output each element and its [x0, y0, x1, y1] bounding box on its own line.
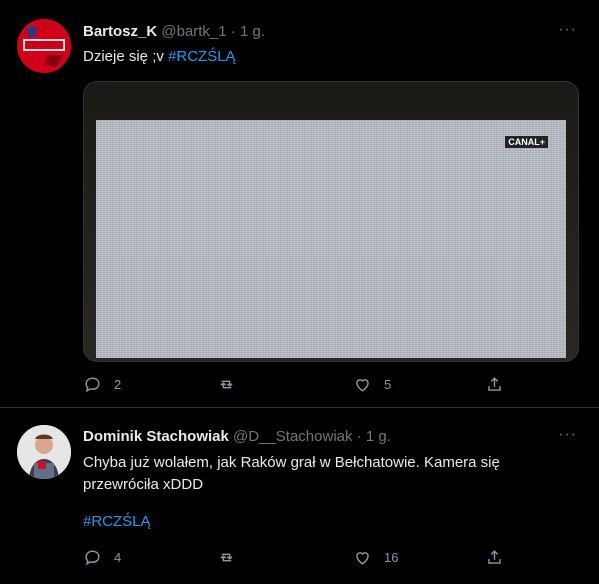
- share-icon: [488, 550, 501, 564]
- like-count: 16: [384, 550, 399, 565]
- more-options-icon[interactable]: ···: [558, 21, 577, 39]
- retweet-button[interactable]: [217, 548, 248, 567]
- tv-watermark: CANAL+: [505, 136, 548, 148]
- tweet-actions: 2 5: [83, 375, 513, 395]
- share-button[interactable]: [485, 375, 516, 394]
- tweet-actions: 4 16: [83, 548, 513, 568]
- tv-screen-image: CANAL+: [96, 120, 566, 358]
- share-icon: [488, 377, 501, 391]
- like-button[interactable]: 5: [353, 375, 391, 394]
- club-logo-icon: [17, 19, 71, 73]
- timestamp[interactable]: · 1 g.: [357, 428, 391, 445]
- reply-icon: [85, 377, 100, 393]
- tweet-text: Chyba już wolałem, jak Raków grał w Bełc…: [83, 454, 500, 493]
- retweet-button[interactable]: [217, 375, 248, 394]
- avatar[interactable]: [17, 19, 71, 73]
- reply-count: 2: [114, 377, 122, 392]
- author-name[interactable]: Bartosz_K: [83, 23, 157, 40]
- avatar[interactable]: [17, 425, 71, 479]
- like-button[interactable]: 16: [353, 548, 398, 567]
- tweet[interactable]: Bartosz_K @bartk_1 · 1 g. ··· Dzieje się…: [0, 0, 599, 408]
- tweet-text: Dzieje się ;v #RCZŚLĄ: [83, 46, 563, 68]
- reply-button[interactable]: 4: [83, 548, 121, 567]
- more-options-icon[interactable]: ···: [558, 426, 577, 444]
- like-count: 5: [384, 377, 392, 392]
- tweet-media-image[interactable]: CANAL+: [83, 81, 579, 362]
- reply-icon: [85, 550, 100, 566]
- retweet-icon: [220, 553, 233, 562]
- author-handle[interactable]: @bartk_1: [161, 23, 226, 40]
- hashtag-link[interactable]: #RCZŚLĄ: [83, 513, 151, 530]
- profile-photo-icon: [17, 425, 71, 479]
- share-button[interactable]: [485, 548, 516, 567]
- reply-count: 4: [114, 550, 122, 565]
- heart-icon: [356, 379, 369, 392]
- tweet-header: Dominik Stachowiak @D__Stachowiak · 1 g.: [83, 428, 391, 445]
- timestamp[interactable]: · 1 g.: [231, 23, 265, 40]
- heart-icon: [356, 552, 369, 565]
- retweet-icon: [220, 380, 233, 389]
- tweet-text-body: Dzieje się ;v: [83, 48, 169, 65]
- author-name[interactable]: Dominik Stachowiak: [83, 428, 229, 445]
- hashtag-link[interactable]: #RCZŚLĄ: [168, 48, 236, 65]
- tweet-header: Bartosz_K @bartk_1 · 1 g.: [83, 23, 265, 40]
- tweet[interactable]: Dominik Stachowiak @D__Stachowiak · 1 g.…: [0, 408, 599, 584]
- author-handle[interactable]: @D__Stachowiak: [233, 428, 352, 445]
- reply-button[interactable]: 2: [83, 375, 121, 394]
